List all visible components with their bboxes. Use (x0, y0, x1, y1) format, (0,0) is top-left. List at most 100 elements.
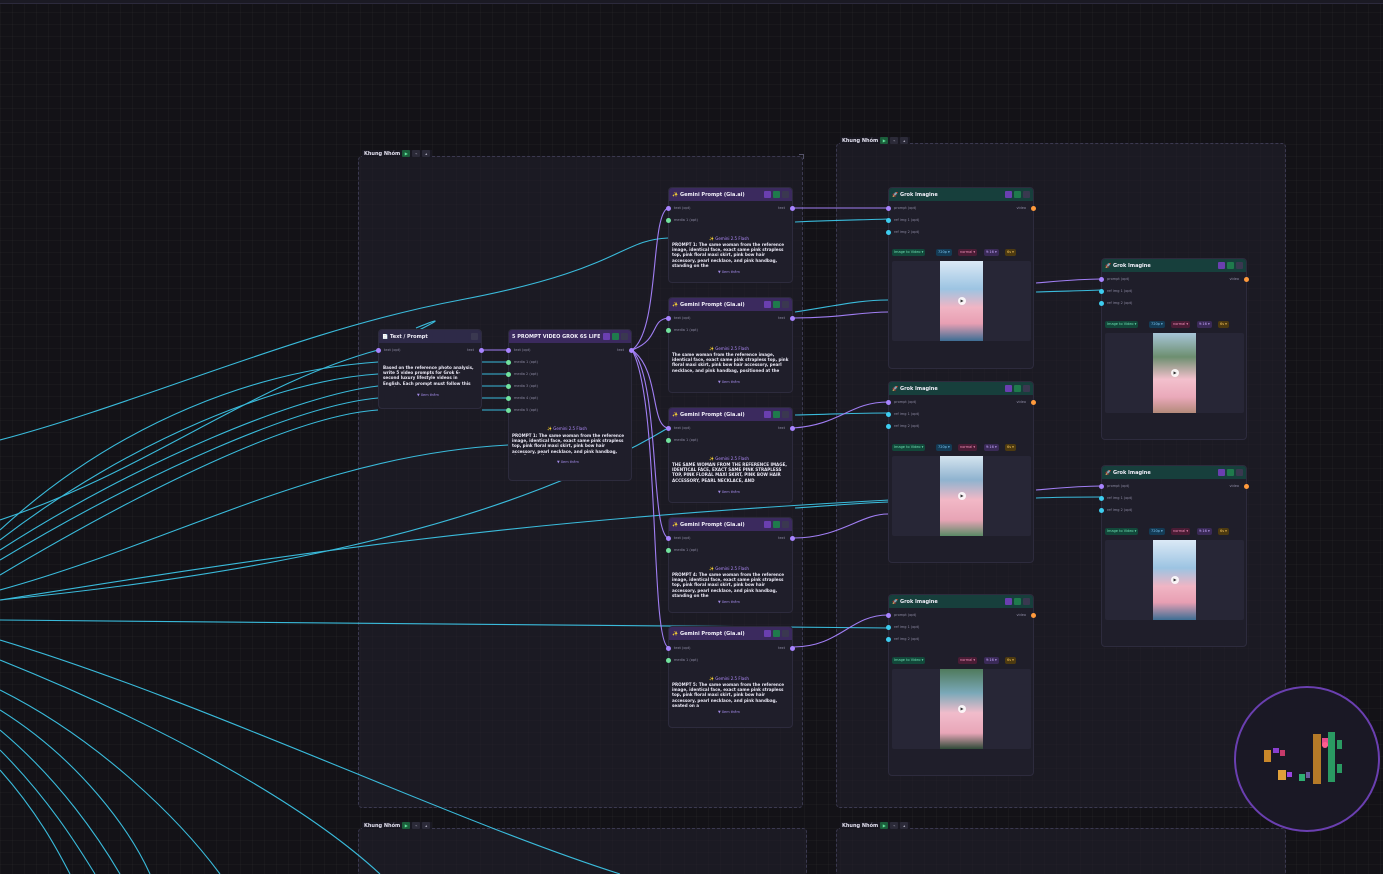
ref-image-port[interactable] (886, 230, 891, 235)
see-more-link[interactable]: ▼ Xem thêm (557, 460, 579, 464)
video-output-port[interactable] (1031, 613, 1036, 618)
run-icon[interactable] (773, 191, 780, 198)
text-prompt-node[interactable]: 📄 Text / Prompt text (opt) text Based on… (376, 329, 484, 409)
more-icon[interactable] (782, 630, 789, 637)
resolution-select[interactable]: 720p ▾ (1149, 321, 1165, 328)
text-output-port[interactable] (790, 646, 795, 651)
ref-image-port[interactable] (1099, 289, 1104, 294)
text-input-port[interactable] (376, 348, 381, 353)
video-preview[interactable]: ▶ (1105, 540, 1244, 620)
media-port[interactable] (506, 372, 511, 377)
see-more-link[interactable]: ▼ Xem thêm (718, 270, 740, 274)
more-icon[interactable] (1236, 469, 1243, 476)
mode-select[interactable]: Image to Video ▾ (1105, 528, 1139, 535)
duration-select[interactable]: 6s ▾ (1005, 444, 1016, 451)
ref-image-port[interactable] (886, 424, 891, 429)
play-icon[interactable] (1005, 191, 1012, 198)
more-icon[interactable] (471, 333, 478, 340)
grok-imagine-node[interactable]: 🚀 Grok Imagine prompt (opt) video ref im… (886, 381, 1036, 563)
node-header[interactable]: ✨ Gemini Prompt (Gia.ai) (669, 408, 792, 421)
group-run-button[interactable]: ▶ (880, 822, 889, 829)
more-icon[interactable] (621, 333, 628, 340)
ref-image-port[interactable] (1099, 301, 1104, 306)
run-icon[interactable] (1227, 262, 1234, 269)
ratio-select[interactable]: 9:16 ▾ (984, 444, 999, 451)
play-icon[interactable] (1218, 469, 1225, 476)
grok-imagine-node[interactable]: 🚀 Grok Imagine prompt (opt) video ref im… (886, 187, 1036, 369)
sparkle-icon[interactable] (764, 191, 771, 198)
group-lock-button[interactable]: ⌁ (890, 137, 899, 144)
resolution-select[interactable]: 720p ▾ (936, 444, 952, 451)
ref-image-port[interactable] (886, 625, 891, 630)
resolution-select[interactable]: 720p ▾ (936, 249, 952, 256)
run-icon[interactable] (773, 521, 780, 528)
group-collapse-button[interactable]: ▴ (900, 137, 909, 144)
see-more-link[interactable]: ▼ Xem thêm (417, 393, 439, 397)
node-header[interactable]: 🚀 Grok Imagine (889, 188, 1033, 201)
style-select[interactable]: normal ▾ (958, 657, 978, 664)
see-more-link[interactable]: ▼ Xem thêm (718, 490, 740, 494)
grok-imagine-node[interactable]: 🚀 Grok Imagine prompt (opt) video ref im… (1099, 465, 1249, 647)
node-header[interactable]: ✨ Gemini Prompt (Gia.ai) (669, 518, 792, 531)
play-icon[interactable]: ▶ (958, 297, 966, 305)
media-port[interactable] (666, 658, 671, 663)
more-icon[interactable] (1236, 262, 1243, 269)
style-select[interactable]: normal ▾ (958, 249, 978, 256)
run-icon[interactable] (612, 333, 619, 340)
video-preview[interactable]: ▶ (892, 261, 1031, 341)
ratio-select[interactable]: 9:16 ▾ (984, 249, 999, 256)
see-more-link[interactable]: ▼ Xem thêm (718, 600, 740, 604)
sparkle-icon[interactable] (764, 521, 771, 528)
run-icon[interactable] (773, 411, 780, 418)
more-icon[interactable] (782, 411, 789, 418)
more-icon[interactable] (782, 191, 789, 198)
media-port[interactable] (666, 548, 671, 553)
node-output-text[interactable]: PROMPT 1: The same woman from the refere… (672, 242, 790, 268)
style-select[interactable]: normal ▾ (1171, 321, 1191, 328)
group-lock-button[interactable]: ⌁ (890, 822, 899, 829)
node-header[interactable]: 🚀 Grok Imagine (1102, 466, 1246, 479)
duration-select[interactable]: 6s ▾ (1005, 249, 1016, 256)
video-output-port[interactable] (1244, 277, 1249, 282)
group-collapse-button[interactable]: ▴ (900, 822, 909, 829)
sparkle-icon[interactable] (764, 301, 771, 308)
group-frame-lower-right[interactable]: Khung Nhóm ▶ ⌁ ▴ (836, 822, 1286, 874)
style-select[interactable]: normal ▾ (1171, 528, 1191, 535)
more-icon[interactable] (1023, 191, 1030, 198)
node-header[interactable]: 📄 Text / Prompt (379, 330, 481, 343)
text-input-port[interactable] (666, 646, 671, 651)
ref-image-port[interactable] (886, 412, 891, 417)
minimap[interactable] (1234, 686, 1380, 832)
video-preview[interactable]: ▶ (1105, 333, 1244, 413)
node-header[interactable]: 🚀 Grok Imagine (889, 595, 1033, 608)
text-output-port[interactable] (790, 206, 795, 211)
play-icon[interactable] (1218, 262, 1225, 269)
group-frame-lower-left[interactable]: Khung Nhóm ▶ ⌁ ▴ (358, 822, 807, 874)
group-collapse-button[interactable]: ▴ (422, 150, 431, 157)
ref-image-port[interactable] (1099, 496, 1104, 501)
node-output-text[interactable]: PROMPT 4: The same woman from the refere… (672, 572, 790, 598)
gemini-prompt-node[interactable]: ✨ Gemini Prompt (Gia.ai) text (opt) text… (666, 517, 795, 613)
node-output-text[interactable]: PROMPT 5: The same woman from the refere… (672, 682, 790, 708)
prompt-splitter-node[interactable]: 5 PROMPT VIDEO GROK 6S LIFESTYLE text (o… (506, 329, 634, 481)
text-input-port[interactable] (666, 316, 671, 321)
text-input-port[interactable] (666, 206, 671, 211)
prompt-input-port[interactable] (886, 613, 891, 618)
node-header[interactable]: ✨ Gemini Prompt (Gia.ai) (669, 627, 792, 640)
gemini-prompt-node[interactable]: ✨ Gemini Prompt (Gia.ai) text (opt) text… (666, 407, 795, 503)
grok-imagine-node[interactable]: 🚀 Grok Imagine prompt (opt) video ref im… (1099, 258, 1249, 440)
video-preview[interactable]: ▶ (892, 456, 1031, 536)
media-port[interactable] (506, 384, 511, 389)
group-lock-button[interactable]: ⌁ (412, 822, 421, 829)
play-icon[interactable]: ▶ (1171, 369, 1179, 377)
media-port[interactable] (666, 218, 671, 223)
ref-image-port[interactable] (886, 637, 891, 642)
text-input-port[interactable] (666, 536, 671, 541)
node-output-text[interactable]: THE SAME WOMAN FROM THE REFERENCE IMAGE,… (672, 462, 790, 488)
sparkle-icon[interactable] (764, 411, 771, 418)
text-output-port[interactable] (629, 348, 634, 353)
sparkle-icon[interactable] (764, 630, 771, 637)
node-header[interactable]: ✨ Gemini Prompt (Gia.ai) (669, 188, 792, 201)
duration-select[interactable]: 6s ▾ (1005, 657, 1016, 664)
duration-select[interactable]: 6s ▾ (1218, 528, 1229, 535)
